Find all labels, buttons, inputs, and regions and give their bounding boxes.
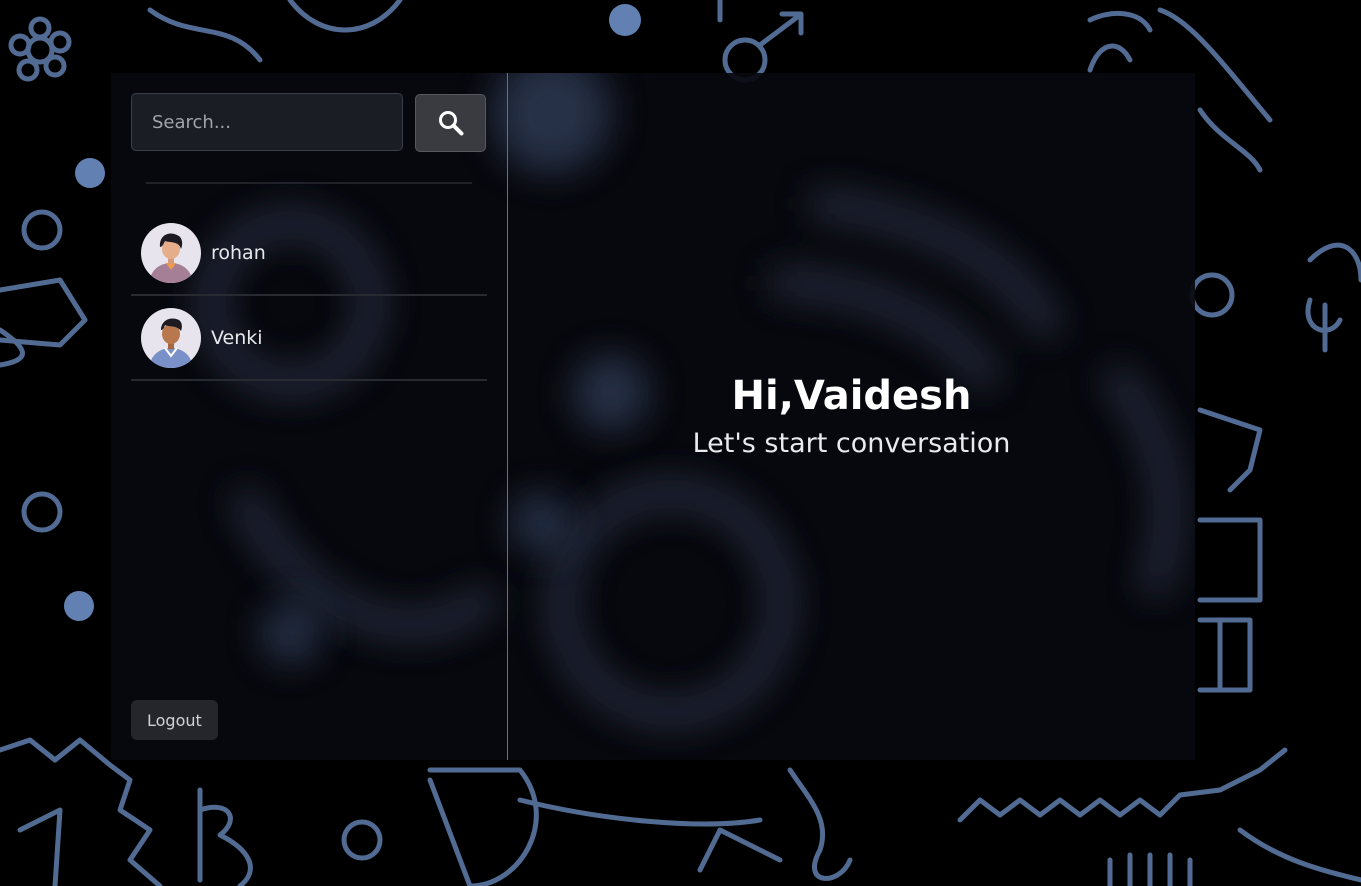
avatar xyxy=(141,308,201,368)
sidebar-divider xyxy=(146,182,472,184)
search-icon xyxy=(438,111,463,136)
avatar-illustration-icon xyxy=(141,308,201,368)
contact-item-venki[interactable]: Venki xyxy=(131,297,487,381)
avatar-illustration-icon xyxy=(141,223,201,283)
contact-name: rohan xyxy=(211,242,266,264)
logout-button[interactable]: Logout xyxy=(131,700,218,740)
avatar xyxy=(141,223,201,283)
sidebar: rohan Venki Logout xyxy=(111,73,508,760)
greeting-heading: Hi,Vaidesh xyxy=(731,373,972,419)
search-input[interactable] xyxy=(131,93,403,151)
contact-item-rohan[interactable]: rohan xyxy=(131,212,487,296)
welcome-panel: Hi,Vaidesh Let's start conversation xyxy=(508,73,1195,760)
contact-name: Venki xyxy=(211,327,263,349)
chat-app-window: rohan Venki Logout Hi,Vaidesh Let's star… xyxy=(111,73,1195,760)
search-button[interactable] xyxy=(415,94,486,152)
welcome-subtitle: Let's start conversation xyxy=(692,428,1011,459)
